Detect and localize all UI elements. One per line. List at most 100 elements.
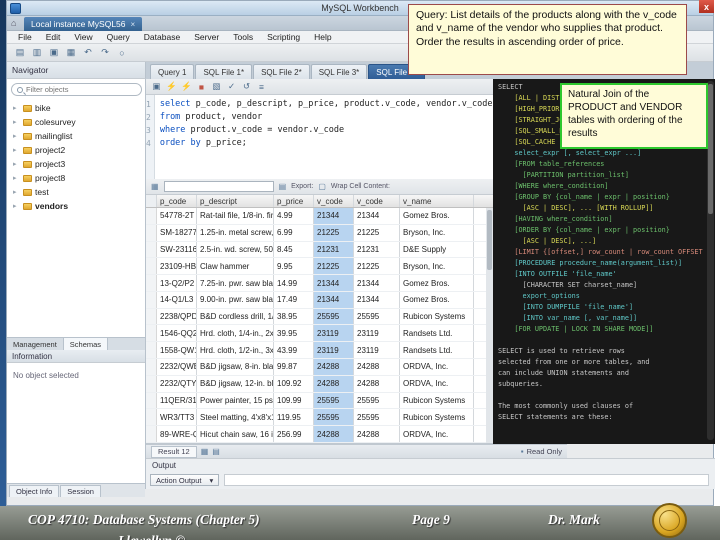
expand-arrow-icon[interactable]: ▸ xyxy=(13,174,20,182)
schema-filter[interactable] xyxy=(11,83,142,96)
grid-view-icon[interactable]: ▦ xyxy=(151,182,159,191)
menu-tools[interactable]: Tools xyxy=(226,32,260,42)
menu-database[interactable]: Database xyxy=(137,32,187,42)
tab-management[interactable]: Management xyxy=(7,338,64,350)
editor-tab[interactable]: Query 1 xyxy=(150,64,195,79)
rollback-icon[interactable]: ↺ xyxy=(240,80,253,93)
row-header xyxy=(146,426,157,442)
menu-server[interactable]: Server xyxy=(187,32,226,42)
connection-tab[interactable]: Local instance MySQL56 × xyxy=(24,17,143,31)
output-selector[interactable]: Action Output ▾ xyxy=(150,474,220,486)
code-line: from product, vendor xyxy=(160,111,534,124)
close-icon[interactable]: x xyxy=(699,0,714,13)
filter-rows-input[interactable] xyxy=(163,181,274,192)
table-row[interactable]: 2238/QPDB&D cordless drill, 1/2-in.38.95… xyxy=(146,308,493,326)
editor-tab[interactable]: SQL File 1* xyxy=(195,64,253,79)
schema-icon xyxy=(23,202,32,210)
sql-editor[interactable]: 1 2 3 4 select p_code, p_descript, p_price,… xyxy=(146,95,533,179)
table-cell: 24288 xyxy=(354,426,400,442)
expand-arrow-icon[interactable]: ▸ xyxy=(13,132,20,140)
tab-session[interactable]: Session xyxy=(60,485,101,497)
save-script-icon[interactable]: ▣ xyxy=(47,46,61,60)
toggle-stop-on-error-icon[interactable]: ▧ xyxy=(210,80,223,93)
result-tab[interactable]: Result 12 xyxy=(151,445,197,458)
form-editor-icon[interactable]: ▤ xyxy=(212,447,220,456)
export-label: Export: xyxy=(291,183,314,190)
table-row[interactable]: 2232/QTYB&D jigsaw, 12-in. blade109.9224… xyxy=(146,375,493,393)
schema-item[interactable]: ▸ colesurvey xyxy=(7,115,145,129)
expand-arrow-icon[interactable]: ▸ xyxy=(13,202,20,210)
table-row[interactable]: 13-Q2/P2 7.25-in. pwr. saw blade 14.99 2134… xyxy=(146,275,493,292)
schema-item[interactable]: ▸ project8 xyxy=(7,171,145,185)
tab-schemas[interactable]: Schemas xyxy=(63,338,109,350)
expand-arrow-icon[interactable]: ▸ xyxy=(13,188,20,196)
table-row[interactable]: 11QER/31Power painter, 15 psi., 3-nozzle… xyxy=(146,392,493,410)
table-row[interactable]: 23109-HB Claw hammer 9.95 21225 21225 Bryson,… xyxy=(146,258,493,276)
schema-item[interactable]: ▸ project2 xyxy=(7,143,145,157)
column-header[interactable]: v_name xyxy=(400,195,474,207)
menu-scripting[interactable]: Scripting xyxy=(260,32,307,42)
grid-scrollbar[interactable] xyxy=(486,208,493,443)
table-row[interactable]: 1546-QQ2Hrd. cloth, 1/4-in., 2x5039.9523… xyxy=(146,325,493,343)
beautify-sql-icon[interactable]: ≡ xyxy=(255,80,268,93)
column-header[interactable]: p_descript xyxy=(197,195,274,207)
export-icon[interactable]: ▤ xyxy=(279,182,287,191)
action-output-list[interactable] xyxy=(224,474,709,486)
table-cell: 38.95 xyxy=(274,308,314,325)
menu-file[interactable]: File xyxy=(11,32,39,42)
table-row[interactable]: 1558-QW1Hrd. cloth, 1/2-in., 3x5043.9923… xyxy=(146,342,493,360)
column-header[interactable]: v_code xyxy=(314,195,354,207)
execute-script-icon[interactable]: ⚡ xyxy=(165,80,178,93)
table-cell: Power painter, 15 psi., 3-nozzle xyxy=(197,392,274,409)
search-icon[interactable]: ○ xyxy=(115,46,129,60)
column-header[interactable]: p_code xyxy=(157,195,197,207)
column-header[interactable]: v_code xyxy=(354,195,400,207)
help-line: [INTO OUTFILE 'file_name' xyxy=(498,270,617,278)
connection-tab-close-icon[interactable]: × xyxy=(131,20,136,29)
schema-item[interactable]: ▸ mailinglist xyxy=(7,129,145,143)
schema-item[interactable]: ▸ test xyxy=(7,185,145,199)
row-header xyxy=(146,291,157,308)
editor-tab[interactable]: SQL File 2* xyxy=(253,64,310,79)
table-cell: 1558-QW1 xyxy=(157,342,197,359)
table-row[interactable]: WR3/TT3Steel matting, 4'x8'x1/6", .5" me… xyxy=(146,409,493,427)
menu-view[interactable]: View xyxy=(67,32,99,42)
menu-help[interactable]: Help xyxy=(307,32,338,42)
help-scrollbar[interactable] xyxy=(707,81,714,440)
expand-arrow-icon[interactable]: ▸ xyxy=(13,118,20,126)
schema-item[interactable]: ▸ bike xyxy=(7,101,145,115)
redo-icon[interactable]: ↷ xyxy=(98,46,112,60)
wrap-cell-icon[interactable]: ▢ xyxy=(318,182,326,191)
commit-icon[interactable]: ✓ xyxy=(225,80,238,93)
save-script-icon[interactable]: ▣ xyxy=(150,80,163,93)
expand-arrow-icon[interactable]: ▸ xyxy=(13,104,20,112)
menu-query[interactable]: Query xyxy=(100,32,137,42)
expand-arrow-icon[interactable]: ▸ xyxy=(13,146,20,154)
table-row[interactable]: SW-23116 2.5-in. wd. screw, 50 8.45 21231 21… xyxy=(146,241,493,259)
table-row[interactable]: 14-Q1/L3 9.00-in. pwr. saw blade 17.49 2134… xyxy=(146,291,493,309)
editor-tab[interactable]: SQL File 3* xyxy=(310,64,368,79)
table-row[interactable]: 89-WRE-Q Hicut chain saw, 16 in. 256.99 242… xyxy=(146,426,493,443)
schema-item[interactable]: ▸ project3 xyxy=(7,157,145,171)
query-callout: Query: List details of the products alon… xyxy=(408,4,687,75)
open-sql-file-icon[interactable]: ▥ xyxy=(30,46,44,60)
table-cell: 23119 xyxy=(354,325,400,342)
table-row[interactable]: 54778-2T Rat-tail file, 1/8-in. fine 4.99 2… xyxy=(146,208,493,225)
undo-icon[interactable]: ↶ xyxy=(81,46,95,60)
expand-arrow-icon[interactable]: ▸ xyxy=(13,160,20,168)
result-grid-icon[interactable]: ▦ xyxy=(201,447,209,456)
table-row[interactable]: SM-182771.25-in. metal screw, 256.992122… xyxy=(146,224,493,242)
stop-execution-icon[interactable]: ■ xyxy=(195,80,208,93)
tab-object-info[interactable]: Object Info xyxy=(9,485,60,497)
new-query-tab-icon[interactable]: ▤ xyxy=(13,46,27,60)
schema-item[interactable]: ▸ vendors xyxy=(7,199,145,213)
help-line: [PARTITION partition_list] xyxy=(498,171,629,179)
table-row[interactable]: 2232/QWEB&D jigsaw, 8-in. blade99.872428… xyxy=(146,359,493,376)
column-header[interactable]: p_price xyxy=(274,195,314,207)
menu-edit[interactable]: Edit xyxy=(39,32,68,42)
home-icon[interactable]: ⌂ xyxy=(11,18,16,28)
schema-label: project8 xyxy=(35,173,66,183)
print-icon[interactable]: ▦ xyxy=(64,46,78,60)
execute-current-statement-icon[interactable]: ⚡ xyxy=(180,80,193,93)
schema-filter-input[interactable] xyxy=(26,85,126,94)
